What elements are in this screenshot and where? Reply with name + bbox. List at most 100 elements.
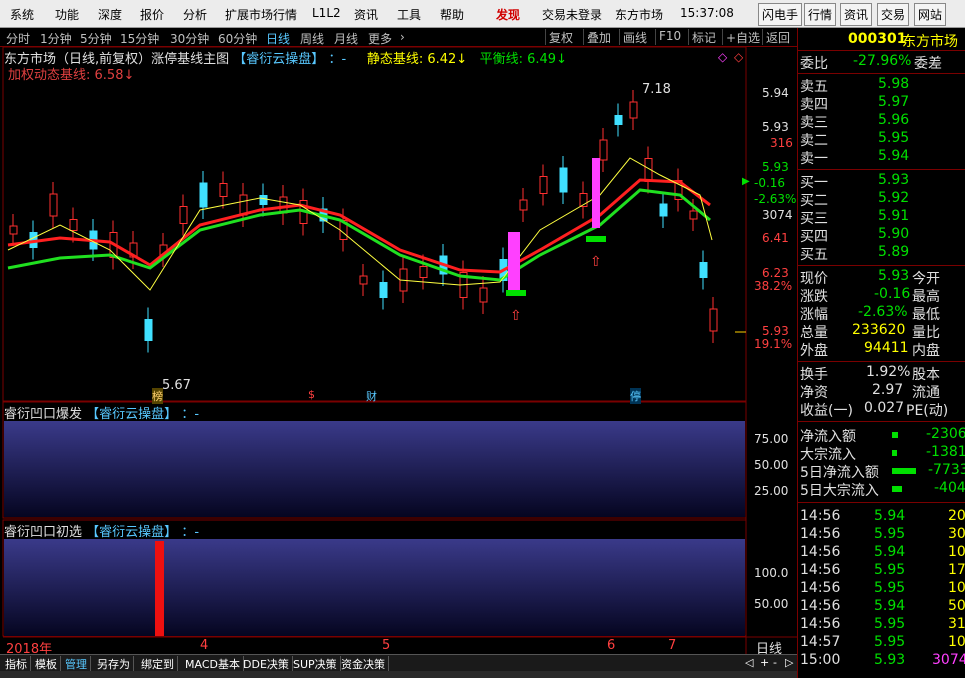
indicator-tab-bar: 指标 模板 管理 另存为 绑定到 MACD基本 DDE决策 SUP决策 资金决策… <box>0 654 797 671</box>
stat-value: 2.97 <box>872 382 904 398</box>
brand-label: 【睿衍云操盘】 <box>233 52 325 67</box>
sell-row[interactable]: 卖三 5.96 <box>798 112 965 131</box>
tick-volume: 10 <box>948 580 965 596</box>
event-marker-halt[interactable]: 停 <box>630 388 641 404</box>
weighted-baseline-value: 6.58↓ <box>94 68 135 83</box>
sell-label: 卖二 <box>800 133 828 149</box>
tick-price: 5.95 <box>874 526 906 542</box>
stat-label-2: 内盘 <box>912 343 940 359</box>
y-label: 5.94 <box>762 86 789 100</box>
tab-macd[interactable]: MACD基本 <box>182 656 244 671</box>
sub2-header: 睿衍凹口初选 【睿衍云操盘】 ：- <box>4 521 199 540</box>
buy-label: 买五 <box>800 247 828 263</box>
flow-value: -1381 <box>926 444 965 460</box>
y-label: 19.1% <box>754 337 793 351</box>
tick-row: 15:00 5.93 3074 <box>798 652 965 670</box>
tab-fund[interactable]: 资金决策 <box>338 656 389 671</box>
tab-bind[interactable]: 绑定到 <box>138 656 178 671</box>
weighted-baseline: 加权动态基线: 6.58↓ <box>8 64 134 83</box>
tick-volume: 17 <box>948 562 965 578</box>
y-label: 38.2% <box>754 279 793 293</box>
stat-row: 涨幅 -2.63% 最低 <box>798 304 965 323</box>
sub2-signal-bar <box>155 541 164 636</box>
weighted-baseline-label: 加权动态基线: <box>8 68 91 83</box>
sell-row[interactable]: 卖二 5.95 <box>798 130 965 149</box>
candle-body <box>539 176 548 194</box>
zoom-out-icon[interactable]: - <box>770 656 780 671</box>
flow-label: 净流入额 <box>800 429 856 445</box>
static-baseline-value: 6.42↓ <box>427 52 468 67</box>
website-button[interactable]: 网站 <box>914 3 947 26</box>
triangle-right-icon: ▶ <box>742 176 750 187</box>
close-icon[interactable]: ◇ <box>734 50 743 64</box>
stat-label: 总量 <box>800 325 828 341</box>
flow-value: -7733 <box>928 462 965 478</box>
stat-value: 233620 <box>852 322 906 338</box>
candle-body <box>559 167 568 193</box>
tab-dde[interactable]: DDE决策 <box>240 656 293 671</box>
candle-body <box>199 182 208 208</box>
buy-label: 买二 <box>800 193 828 209</box>
tick-time: 15:00 <box>800 652 841 668</box>
sell-row[interactable]: 卖四 5.97 <box>798 94 965 113</box>
buy-row[interactable]: 买四 5.90 <box>798 226 965 245</box>
candle-body <box>699 262 708 278</box>
buy-row[interactable]: 买五 5.89 <box>798 244 965 263</box>
tick-time: 14:56 <box>800 508 841 524</box>
info-button[interactable]: 资讯 <box>840 3 873 26</box>
weibi-value: -27.96% <box>853 53 912 69</box>
tab-sup[interactable]: SUP决策 <box>290 656 341 671</box>
candle-body <box>599 139 608 161</box>
tick-volume: 30 <box>948 526 965 542</box>
candle-body <box>519 199 528 211</box>
tick-time: 14:56 <box>800 580 841 596</box>
sell-price: 5.98 <box>878 76 910 92</box>
buy-row[interactable]: 买二 5.92 <box>798 190 965 209</box>
tick-row: 14:56 5.94 20 <box>798 508 965 526</box>
tab-manage[interactable]: 管理 <box>62 656 91 671</box>
market-button[interactable]: 行情 <box>804 3 837 26</box>
buy-row[interactable]: 买一 5.93 <box>798 172 965 191</box>
y-label: -2.63% <box>754 192 797 206</box>
tick-price: 5.94 <box>874 598 906 614</box>
flow-label: 大宗流入 <box>800 447 856 463</box>
trade-button[interactable]: 交易 <box>877 3 910 26</box>
stat-value: 0.027 <box>864 400 905 416</box>
chart-canvas[interactable]: ⇧ ⇧ ▶ <box>0 0 797 654</box>
event-marker-finance[interactable]: 财 <box>366 388 377 404</box>
sub1-tick: 25.00 <box>754 484 789 498</box>
sell-row[interactable]: 卖一 5.94 <box>798 148 965 167</box>
event-marker-dividend[interactable]: $ <box>308 388 315 401</box>
tick-row: 14:56 5.94 10 <box>798 544 965 562</box>
candle-body <box>359 275 368 285</box>
tick-row: 14:57 5.95 10 <box>798 634 965 652</box>
stat-label: 涨跌 <box>800 289 828 305</box>
candle-body <box>419 266 428 278</box>
tab-save-as[interactable]: 另存为 <box>94 656 134 671</box>
tick-price: 5.95 <box>874 580 906 596</box>
diamond-icon[interactable]: ◇ <box>718 50 727 64</box>
y-label: -0.16 <box>754 176 786 190</box>
main-chart-frame <box>2 46 747 402</box>
tab-indicator[interactable]: 指标 <box>2 656 31 671</box>
tab-template[interactable]: 模板 <box>32 656 61 671</box>
balance-line-value: 6.49↓ <box>527 52 567 67</box>
flow-value: -404 <box>934 480 965 496</box>
scroll-left-icon[interactable]: ◁ <box>742 656 756 671</box>
sell-row[interactable]: 卖五 5.98 <box>798 76 965 95</box>
stat-row: 换手 1.92% 股本 <box>798 364 965 383</box>
brand-dash: ：- <box>328 52 347 67</box>
baseline-marker <box>586 236 606 242</box>
stat-label: 换手 <box>800 367 828 383</box>
event-marker-list[interactable]: 榜 <box>152 388 163 404</box>
buy-price: 5.89 <box>878 244 910 260</box>
flow-bar <box>892 432 898 438</box>
sub1-title: 睿衍凹口爆发 <box>4 407 83 422</box>
scroll-right-icon[interactable]: ▷ <box>782 656 796 671</box>
tick-time: 14:56 <box>800 544 841 560</box>
candle-body <box>659 203 668 217</box>
candle-body <box>69 219 78 231</box>
sell-label: 卖三 <box>800 115 828 131</box>
buy-row[interactable]: 买三 5.91 <box>798 208 965 227</box>
sell-price: 5.96 <box>878 112 910 128</box>
